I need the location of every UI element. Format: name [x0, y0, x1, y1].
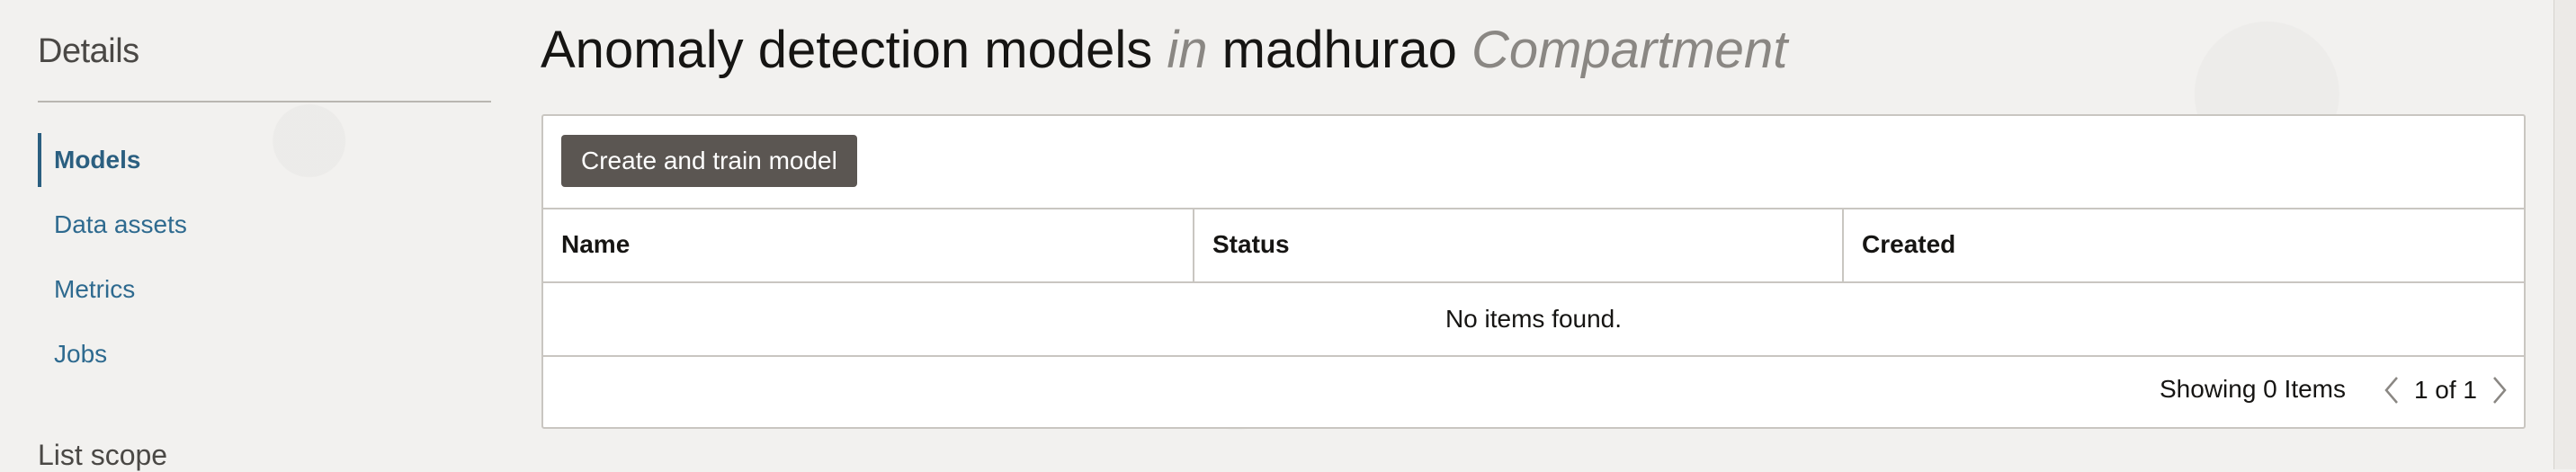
column-header-created[interactable]: Created — [1842, 208, 2524, 281]
sidebar-nav: Models Data assets Metrics Jobs — [38, 128, 487, 387]
sidebar-item-jobs[interactable]: Jobs — [38, 322, 487, 387]
vertical-scrollbar[interactable] — [2554, 0, 2576, 469]
page-indicator: 1 of 1 — [2413, 376, 2477, 404]
sidebar: Details Models Data assets Metrics Jobs … — [0, 0, 504, 471]
table-toolbar: Create and train model — [543, 116, 2524, 209]
sidebar-divider — [38, 101, 491, 102]
page-title: Anomaly detection models in madhurao Com… — [541, 20, 1787, 80]
models-table: Name Status Created No items found. — [543, 208, 2524, 357]
table-header-row: Name Status Created — [543, 208, 2524, 283]
column-header-name[interactable]: Name — [543, 208, 1193, 281]
table-footer: Showing 0 Items 1 of 1 — [543, 353, 2524, 427]
compartment-label: Compartment — [1471, 21, 1788, 79]
chevron-right-icon[interactable] — [2486, 370, 2513, 411]
sidebar-heading: Details — [38, 32, 139, 70]
page-title-text: Anomaly detection models — [541, 21, 1153, 79]
compartment-name: madhurao — [1221, 21, 1457, 79]
create-and-train-model-button[interactable]: Create and train model — [561, 135, 857, 187]
empty-state-message: No items found. — [543, 283, 2524, 357]
sidebar-item-metrics[interactable]: Metrics — [38, 257, 487, 322]
page-title-in: in — [1167, 21, 1208, 79]
sidebar-item-data-assets[interactable]: Data assets — [38, 192, 487, 257]
sidebar-item-models[interactable]: Models — [38, 128, 487, 192]
pagination: 1 of 1 — [2378, 370, 2513, 411]
item-count: Showing 0 Items — [2160, 375, 2346, 403]
list-scope-heading: List scope — [38, 439, 168, 471]
models-panel: Create and train model Name Status Creat… — [541, 114, 2526, 429]
column-header-status[interactable]: Status — [1193, 208, 1842, 281]
chevron-left-icon[interactable] — [2378, 370, 2405, 411]
